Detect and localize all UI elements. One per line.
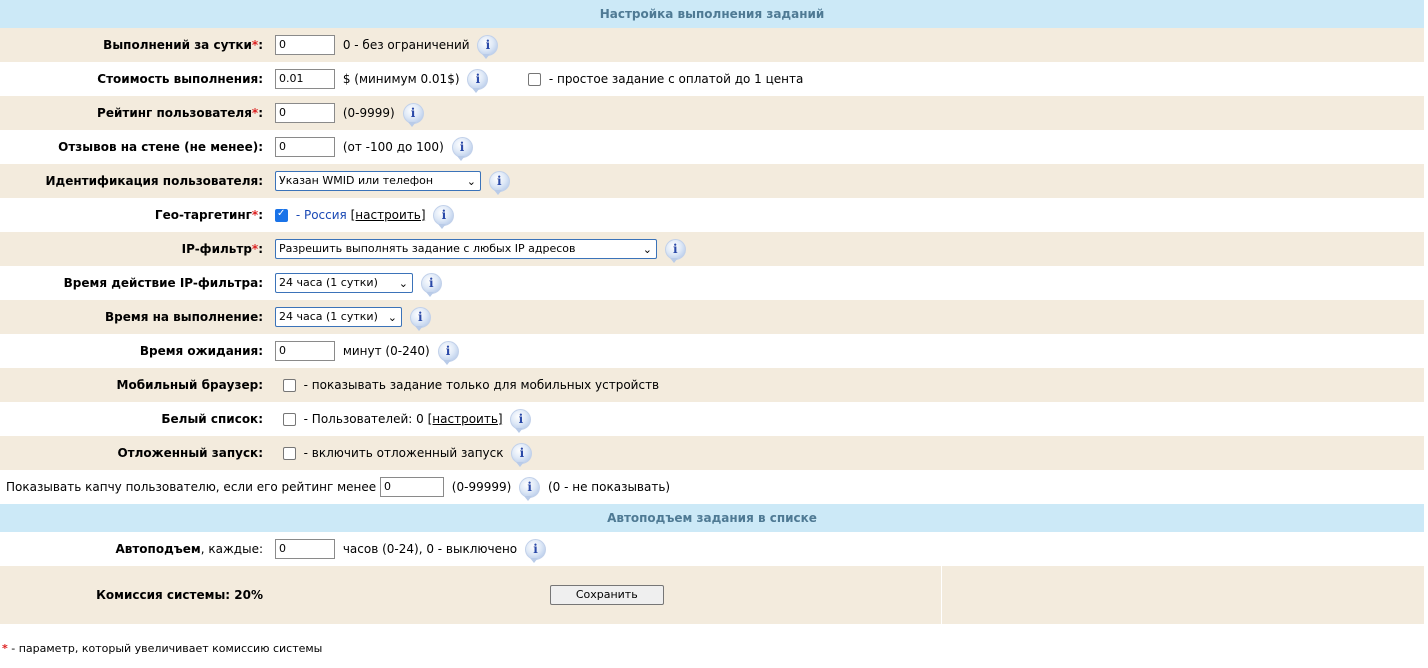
row-wait: Время ожидания: 0 минут (0-240) i	[0, 334, 1424, 368]
info-icon[interactable]: i	[402, 102, 424, 127]
required-mark: *	[251, 208, 259, 222]
section-header-autoraise: Автоподъем задания в списке	[0, 504, 1424, 532]
per-day-input[interactable]: 0	[275, 35, 335, 55]
exec-time-selected: 24 часа (1 сутки)	[279, 310, 378, 323]
geo-configure-link[interactable]: [настроить]	[351, 208, 426, 222]
info-icon[interactable]: i	[477, 34, 499, 59]
row-autoraise: Автоподъем, каждые: 0 часов (0-24), 0 - …	[0, 532, 1424, 566]
info-icon[interactable]: i	[433, 204, 455, 229]
ip-filter-label: IP-фильтр	[181, 242, 252, 256]
commission-label: Комиссия системы: 20%	[0, 566, 273, 624]
info-icon[interactable]: i	[511, 442, 533, 467]
row-commission: Комиссия системы: 20% Сохранить	[0, 566, 1424, 624]
row-mobile: Мобильный браузер: - показывать задание …	[0, 368, 1424, 402]
row-per-day: Выполнений за сутки*: 0 0 - без ограниче…	[0, 28, 1424, 62]
section-title: Автоподъем задания в списке	[0, 504, 1424, 532]
info-icon[interactable]: i	[524, 538, 546, 563]
info-icon[interactable]: i	[467, 68, 489, 93]
ip-time-select[interactable]: 24 часа (1 сутки) ⌄	[275, 273, 413, 293]
captcha-input[interactable]: 0	[379, 477, 444, 497]
simple-task-text: - простое задание с оплатой до 1 цента	[548, 72, 804, 86]
geo-label: Гео-таргетинг	[154, 208, 252, 222]
rating-hint: (0-9999)	[342, 106, 395, 120]
ip-filter-selected: Разрешить выполнять задание с любых IP а…	[279, 242, 576, 255]
info-icon[interactable]: i	[420, 272, 442, 297]
footnote-text: - параметр, который увеличивает комиссию…	[7, 642, 323, 655]
settings-table: Настройка выполнения заданий Выполнений …	[0, 0, 1424, 624]
row-reviews: Отзывов на стене (не менее): 0 (от -100 …	[0, 130, 1424, 164]
row-ip-time: Время действие IP-фильтра: 24 часа (1 су…	[0, 266, 1424, 300]
info-icon[interactable]: i	[510, 408, 532, 433]
rating-label: Рейтинг пользователя	[97, 106, 252, 120]
info-icon[interactable]: i	[451, 136, 473, 161]
reviews-hint: (от -100 до 100)	[342, 140, 444, 154]
wait-hint: минут (0-240)	[342, 344, 430, 358]
identification-selected: Указан WMID или телефон	[279, 174, 434, 187]
captcha-text: Показывать капчу пользователю, если его …	[6, 479, 377, 494]
identification-label: Идентификация пользователя:	[0, 164, 273, 198]
row-captcha: Показывать капчу пользователю, если его …	[0, 470, 1424, 504]
footnote: * - параметр, который увеличивает комисс…	[0, 642, 1428, 655]
delayed-label: Отложенный запуск:	[0, 436, 273, 470]
chevron-down-icon: ⌄	[466, 175, 476, 188]
row-ip-filter: IP-фильтр*: Разрешить выполнять задание …	[0, 232, 1424, 266]
info-icon[interactable]: i	[664, 238, 686, 263]
required-mark: *	[251, 106, 259, 120]
delayed-text: - включить отложенный запуск	[303, 446, 504, 460]
whitelist-label: Белый список:	[161, 412, 263, 426]
chevron-down-icon: ⌄	[398, 277, 408, 290]
info-icon[interactable]: i	[409, 306, 431, 331]
wait-input[interactable]: 0	[275, 341, 335, 361]
identification-select[interactable]: Указан WMID или телефон ⌄	[275, 171, 481, 191]
section-title: Настройка выполнения заданий	[0, 0, 1424, 28]
reviews-label: Отзывов на стене (не менее):	[58, 140, 263, 154]
autoraise-hint: часов (0-24), 0 - выключено	[342, 542, 518, 556]
ip-filter-select[interactable]: Разрешить выполнять задание с любых IP а…	[275, 239, 657, 259]
ip-time-selected: 24 часа (1 сутки)	[279, 276, 378, 289]
reviews-input[interactable]: 0	[275, 137, 335, 157]
delayed-checkbox[interactable]	[282, 446, 296, 460]
captcha-hint: (0 - не показывать)	[547, 480, 671, 494]
simple-task-checkbox[interactable]	[528, 72, 541, 86]
per-day-label: Выполнений за сутки	[103, 38, 252, 52]
row-cost: Стоимость выполнения: 0.01 $ (минимум 0.…	[0, 62, 1424, 96]
geo-country: - Россия	[295, 208, 347, 222]
save-button[interactable]: Сохранить	[549, 585, 664, 605]
autoraise-input[interactable]: 0	[275, 539, 335, 559]
cost-input[interactable]: 0.01	[275, 69, 335, 89]
whitelist-text: - Пользователей: 0	[303, 412, 424, 426]
mobile-checkbox[interactable]	[282, 378, 296, 392]
info-icon[interactable]: i	[519, 476, 541, 501]
exec-time-select[interactable]: 24 часа (1 сутки) ⌄	[275, 307, 402, 327]
chevron-down-icon: ⌄	[642, 243, 652, 256]
whitelist-checkbox[interactable]	[282, 412, 296, 426]
row-delayed: Отложенный запуск: - включить отложенный…	[0, 436, 1424, 470]
row-identification: Идентификация пользователя: Указан WMID …	[0, 164, 1424, 198]
captcha-range: (0-99999)	[451, 480, 512, 494]
cost-hint: $ (минимум 0.01$)	[342, 72, 460, 86]
row-geo: Гео-таргетинг*: - Россия [настроить] i	[0, 198, 1424, 232]
geo-checkbox[interactable]	[275, 208, 288, 222]
chevron-down-icon: ⌄	[387, 311, 397, 324]
rating-input[interactable]: 0	[275, 103, 335, 123]
info-icon[interactable]: i	[437, 340, 459, 365]
mobile-label: Мобильный браузер:	[0, 368, 273, 402]
info-icon[interactable]: i	[488, 170, 510, 195]
row-exec-time: Время на выполнение: 24 часа (1 сутки) ⌄ …	[0, 300, 1424, 334]
section-header-execution: Настройка выполнения заданий	[0, 0, 1424, 28]
cost-label: Стоимость выполнения:	[97, 72, 263, 86]
wait-label: Время ожидания:	[139, 344, 263, 358]
mobile-text: - показывать задание только для мобильны…	[303, 378, 660, 393]
autoraise-label-rest: , каждые:	[200, 542, 263, 556]
row-rating: Рейтинг пользователя*: 0 (0-9999) i	[0, 96, 1424, 130]
whitelist-configure-link[interactable]: [настроить]	[428, 412, 503, 426]
per-day-hint: 0 - без ограничений	[342, 38, 470, 52]
exec-time-label: Время на выполнение:	[0, 300, 273, 334]
row-whitelist: Белый список: - Пользователей: 0 [настро…	[0, 402, 1424, 436]
ip-time-label: Время действие IP-фильтра:	[63, 276, 263, 290]
required-mark: *	[251, 38, 259, 52]
autoraise-label: Автоподъем	[115, 542, 201, 556]
required-mark: *	[251, 242, 259, 256]
